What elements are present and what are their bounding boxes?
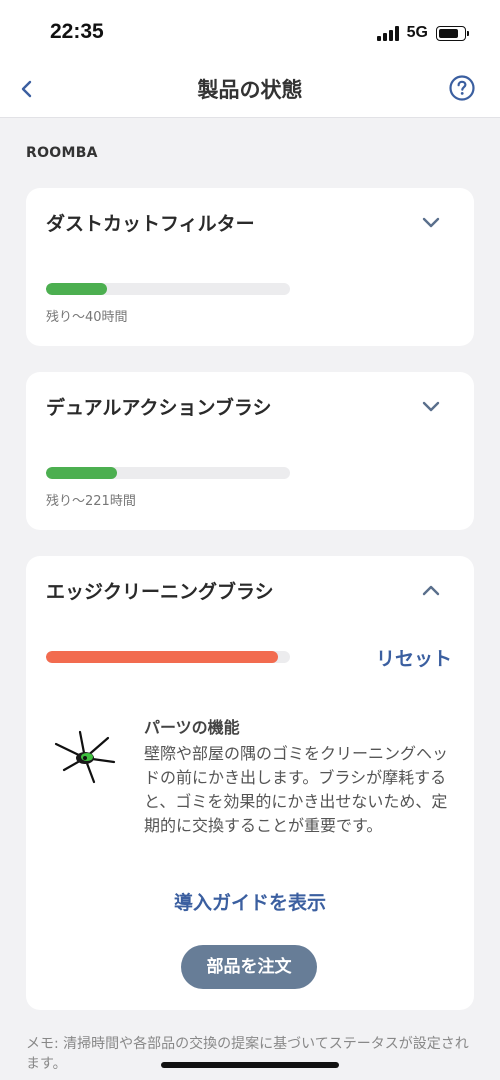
- reset-button[interactable]: リセット: [376, 644, 452, 671]
- memo-text: メモ: 清掃時間や各部品の交換の提案に基づいてステータスが設定されます。: [26, 1036, 469, 1072]
- part-title: エッジクリーニングブラシ: [46, 581, 274, 603]
- remaining-time: 残り～40時間: [46, 310, 128, 325]
- status-icons: 5G: [376, 24, 469, 42]
- order-part-button[interactable]: 部品を注文: [181, 945, 317, 989]
- signal-icon: [376, 25, 399, 41]
- function-title: パーツの機能: [144, 718, 240, 737]
- progress-bar: [46, 283, 290, 295]
- question-circle-icon: [449, 75, 475, 101]
- help-button[interactable]: [448, 74, 476, 102]
- page-title: 製品の状態: [197, 78, 303, 102]
- function-description: 壁際や部屋の隅のゴミをクリーニングヘッドの前にかき出します。ブラシが摩耗すると、…: [144, 744, 449, 835]
- progress-bar: [46, 467, 290, 479]
- part-title: デュアルアクションブラシ: [46, 397, 272, 419]
- install-guide-link[interactable]: 導入ガイドを表示: [26, 888, 474, 915]
- nav-bar: 製品の状態: [0, 62, 500, 118]
- progress-bar: [46, 651, 290, 663]
- chevron-up-icon[interactable]: [420, 583, 442, 597]
- part-card-dual-brush[interactable]: デュアルアクションブラシ 残り～221時間: [26, 372, 474, 530]
- section-label: ROOMBA: [26, 145, 98, 161]
- progress-fill: [46, 651, 278, 663]
- status-bar: 22:35 5G: [0, 0, 500, 62]
- chevron-down-icon[interactable]: [420, 400, 442, 414]
- remaining-time: 残り～221時間: [46, 494, 136, 509]
- battery-icon: [436, 25, 469, 41]
- edge-brush-image: [54, 730, 116, 784]
- network-label: 5G: [406, 24, 428, 41]
- chevron-down-icon[interactable]: [420, 216, 442, 230]
- part-card-edge-brush[interactable]: エッジクリーニングブラシ リセット パーツの機能 壁際や部屋の隅のゴミをクリーニ…: [26, 556, 474, 1010]
- home-indicator: [161, 1062, 339, 1068]
- progress-fill: [46, 467, 117, 479]
- part-title: ダストカットフィルター: [46, 213, 255, 235]
- status-time: 22:35: [50, 20, 104, 43]
- progress-fill: [46, 283, 107, 295]
- part-card-dust-filter[interactable]: ダストカットフィルター 残り～40時間: [26, 188, 474, 346]
